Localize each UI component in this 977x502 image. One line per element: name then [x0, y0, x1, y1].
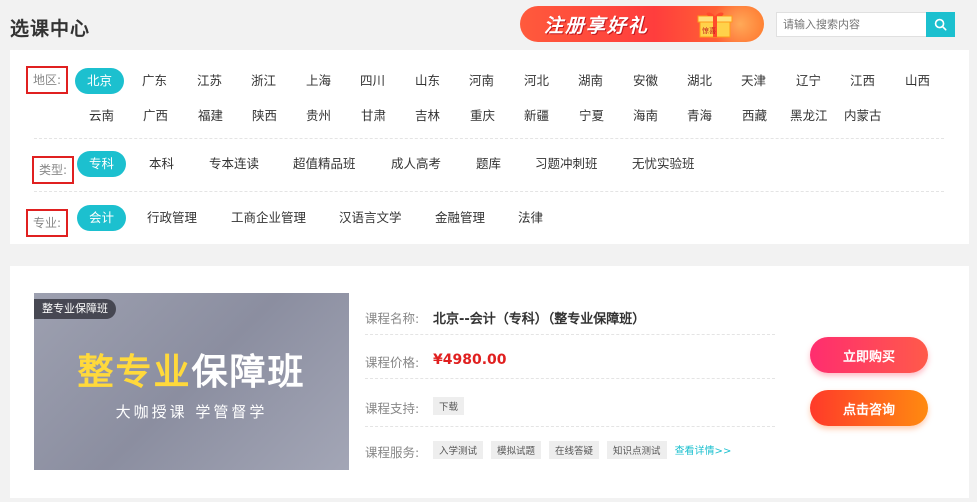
region-chip[interactable]: 青海: [675, 103, 724, 129]
region-chip[interactable]: 贵州: [294, 103, 343, 129]
major-chip[interactable]: 金融管理: [423, 205, 497, 231]
region-chip[interactable]: 甘肃: [349, 103, 398, 129]
region-chip[interactable]: 辽宁: [784, 68, 833, 94]
service-tag: 入学测试: [433, 441, 484, 459]
search-button[interactable]: [926, 12, 955, 37]
region-chip[interactable]: 四川: [348, 68, 397, 94]
consult-button[interactable]: 点击咨询: [810, 390, 928, 426]
filter-panel: 地区: 北京 广东 江苏 浙江 上海 四川 山东 河南 河北 湖南 安徽 湖北 …: [10, 50, 969, 244]
region-chip[interactable]: 宁夏: [567, 103, 616, 129]
major-chip[interactable]: 汉语言文学: [327, 205, 414, 231]
type-filter-label: 类型:: [32, 156, 75, 184]
region-chip[interactable]: 天津: [729, 68, 778, 94]
gift-box-icon: 惊喜: [697, 12, 733, 38]
region-chip[interactable]: 上海: [294, 68, 343, 94]
region-chip-beijing[interactable]: 北京: [75, 68, 125, 94]
region-chip[interactable]: 西藏: [730, 103, 779, 129]
course-cover-title-highlight: 整专业: [77, 351, 192, 393]
region-chip[interactable]: 广西: [131, 103, 180, 129]
type-chip[interactable]: 本科: [137, 151, 186, 177]
support-tag-download: 下载: [433, 397, 465, 415]
region-chip[interactable]: 重庆: [458, 103, 507, 129]
course-price-label: 课程价格:: [365, 355, 420, 370]
region-chip[interactable]: 新疆: [512, 103, 561, 129]
course-support-tags: 下载: [433, 397, 472, 415]
course-support-label: 课程支持:: [365, 401, 420, 416]
info-divider: [365, 334, 775, 335]
course-service-tags: 入学测试 模拟试题 在线答疑 知识点测试 查看详情>>: [433, 441, 731, 459]
region-chip[interactable]: 福建: [186, 103, 235, 129]
course-card: 整专业保障班 整专业保障班 大咖授课 学管督学 课程名称: 北京--会计（专科）…: [10, 266, 969, 498]
region-chip[interactable]: 安徽: [621, 68, 670, 94]
major-chip[interactable]: 行政管理: [135, 205, 209, 231]
page-title: 选课中心: [10, 18, 91, 40]
course-cover-image[interactable]: 整专业保障班 整专业保障班 大咖授课 学管督学: [34, 293, 349, 470]
region-chip[interactable]: 湖南: [566, 68, 615, 94]
banner-gift-text: 惊喜: [702, 26, 716, 35]
region-chip[interactable]: 广东: [130, 68, 179, 94]
course-name[interactable]: 北京--会计（专科）（整专业保障班）: [433, 308, 645, 327]
course-name-label: 课程名称:: [365, 311, 420, 326]
course-cover-subtitle: 大咖授课 学管督学: [115, 403, 268, 421]
filter-divider: [34, 191, 944, 192]
type-chip[interactable]: 专本连读: [197, 151, 271, 177]
course-price: ¥4980.00: [433, 352, 507, 368]
major-chip-kuaiji[interactable]: 会计: [77, 205, 127, 231]
major-chip[interactable]: 法律: [506, 205, 555, 231]
type-chip[interactable]: 超值精品班: [281, 151, 368, 177]
region-chip[interactable]: 河南: [457, 68, 506, 94]
major-chip[interactable]: 工商企业管理: [219, 205, 318, 231]
region-chip[interactable]: 山东: [403, 68, 452, 94]
region-chip[interactable]: 河北: [512, 68, 561, 94]
type-chip[interactable]: 习题冲刺班: [523, 151, 610, 177]
region-chip[interactable]: 江苏: [185, 68, 234, 94]
course-cover-title-rest: 保障班: [191, 351, 306, 393]
region-chip[interactable]: 内蒙古: [832, 103, 894, 129]
region-chip[interactable]: 山西: [893, 68, 942, 94]
major-filter-label: 专业:: [26, 209, 69, 237]
course-service-label: 课程服务:: [365, 445, 420, 460]
type-chip[interactable]: 题库: [464, 151, 513, 177]
service-tag: 模拟试题: [491, 441, 542, 459]
region-chip[interactable]: 云南: [77, 103, 126, 129]
search-input[interactable]: [776, 12, 926, 37]
service-tag: 在线答疑: [549, 441, 600, 459]
view-details-link[interactable]: 查看详情>>: [675, 446, 732, 457]
banner-text: 注册享好礼: [544, 15, 650, 37]
info-divider: [365, 426, 775, 427]
region-chip[interactable]: 浙江: [239, 68, 288, 94]
course-cover-title: 整专业保障班: [34, 343, 349, 395]
service-tag: 知识点测试: [607, 441, 667, 459]
type-chip[interactable]: 成人高考: [379, 151, 453, 177]
filter-divider: [34, 138, 944, 139]
course-cover-tag: 整专业保障班: [34, 299, 116, 319]
type-chip-zhuanke[interactable]: 专科: [77, 151, 127, 177]
region-chip[interactable]: 陕西: [240, 103, 289, 129]
register-promo-banner[interactable]: 注册享好礼 惊喜: [520, 6, 764, 42]
region-chip[interactable]: 江西: [838, 68, 887, 94]
region-chip[interactable]: 海南: [621, 103, 670, 129]
buy-now-button[interactable]: 立即购买: [810, 337, 928, 373]
region-chip[interactable]: 湖北: [675, 68, 724, 94]
region-filter-label: 地区:: [26, 66, 69, 94]
type-chip[interactable]: 无忧实验班: [620, 151, 707, 177]
region-chip[interactable]: 黑龙江: [778, 103, 840, 129]
info-divider: [365, 378, 775, 379]
region-chip[interactable]: 吉林: [403, 103, 452, 129]
search-icon: [934, 18, 947, 31]
